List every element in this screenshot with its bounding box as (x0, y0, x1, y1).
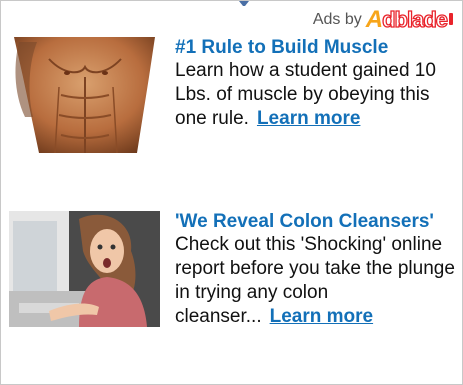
muscle-torso-image[interactable] (9, 37, 160, 153)
ad-description: Check out this 'Shocking' online report … (175, 233, 460, 329)
ads-by-adblade[interactable]: Ads by A dblade (313, 7, 454, 33)
ad-text-block: 'We Reveal Colon Cleansers' Check out th… (175, 211, 460, 329)
adblade-mark-icon (449, 13, 453, 25)
adblade-logo[interactable]: A dblade (366, 8, 454, 32)
ads-by-label: Ads by (312, 11, 362, 28)
top-nub (239, 1, 249, 6)
torso-illustration (9, 37, 160, 153)
learn-more-link[interactable]: Learn more (270, 306, 373, 327)
adblade-logo-word: dblade (381, 7, 448, 32)
surprised-woman-at-computer-image[interactable] (9, 211, 160, 327)
ad-description: Learn how a student gained 10 Lbs. of mu… (175, 59, 460, 131)
ad-title-link[interactable]: 'We Reveal Colon Cleansers' (175, 211, 460, 233)
ad-widget: Ads by A dblade #1 Rule to Build Muscle … (0, 0, 463, 385)
woman-computer-illustration (9, 211, 160, 327)
learn-more-link[interactable]: Learn more (257, 108, 360, 129)
ad-text-block: #1 Rule to Build Muscle Learn how a stud… (175, 37, 460, 131)
adblade-logo-letter: A (365, 6, 383, 33)
ad-title-link[interactable]: #1 Rule to Build Muscle (175, 37, 460, 59)
